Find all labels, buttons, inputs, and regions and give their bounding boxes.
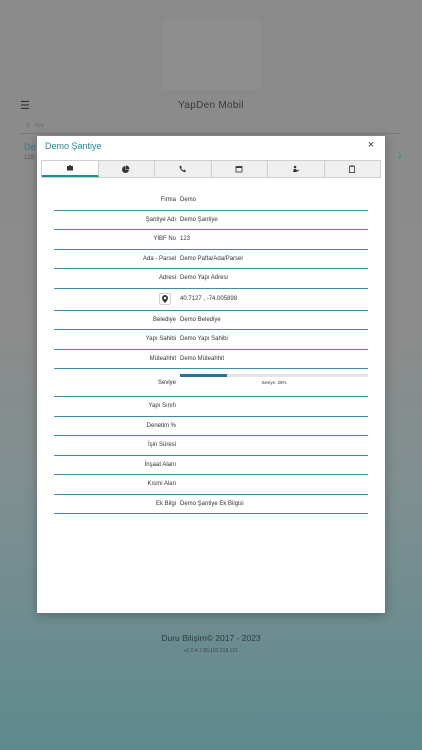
search-placeholder: Ara	[34, 123, 44, 129]
level-progress-fill	[180, 374, 227, 377]
field-location: 40.7127 , -74.005898	[54, 289, 368, 311]
calendar-icon	[235, 166, 243, 173]
field-value: Demo Yapı Adresi	[180, 275, 228, 282]
field-seviye: Seviye Seviye: 25%	[54, 369, 368, 397]
field-label: Ek Bilgi	[155, 500, 176, 507]
field-value: Demo	[180, 197, 197, 204]
app-title: YapDen Mobil	[178, 100, 244, 111]
field-label: Müteahhit	[149, 355, 176, 362]
field-value: Demo Belediye	[180, 316, 221, 323]
field-value: 123	[180, 236, 191, 243]
field-ek-bilgi: Ek Bilgi Demo Şantiye Ek Bilgisi	[54, 495, 368, 514]
field-label: Ada - Parsel	[142, 255, 176, 262]
field-yibf-no: YİBF No 123	[54, 230, 368, 250]
map-pin-button[interactable]	[159, 293, 171, 305]
field-santiye-adi: Şantiye Adı Demo Şantiye	[54, 211, 368, 230]
location-coordinates: 40.7127 , -74.005898	[180, 296, 238, 302]
briefcase-icon	[66, 165, 73, 171]
field-label: İşin Süresi	[147, 442, 176, 449]
modal-title: Demo Şantiye	[45, 141, 102, 151]
field-label: Firma	[160, 197, 176, 204]
field-label: Seviye	[157, 379, 176, 386]
field-label: Adresi	[158, 275, 176, 282]
field-denetim: Denetim %	[54, 417, 368, 436]
pie-chart-icon	[122, 165, 130, 173]
field-label: Denetim %	[146, 422, 176, 429]
field-label: Kısmi Alan	[147, 481, 176, 488]
site-card-subtitle: 12S	[24, 155, 35, 161]
field-firma: Firma Demo	[54, 191, 368, 211]
field-value: Demo Şantiye Ek Bilgisi	[180, 500, 244, 507]
field-isin-suresi: İşin Süresi	[54, 436, 368, 456]
level-progress-bar	[180, 374, 368, 377]
field-yapi-sinifi: Yapı Sınıfı	[54, 397, 368, 417]
tab-calendar[interactable]	[211, 161, 268, 177]
field-value: Demo Yapı Sahibi	[180, 336, 228, 343]
field-muteahhit: Müteahhit Demo Müteahhit	[54, 350, 368, 369]
field-adresi: Adresi Demo Yapı Adresi	[54, 269, 368, 289]
modal-tabs	[41, 160, 381, 178]
field-label: Belediye	[152, 316, 176, 323]
tab-stats[interactable]	[98, 161, 155, 177]
tab-general[interactable]	[42, 161, 99, 177]
field-belediye: Belediye Demo Belediye	[54, 311, 368, 330]
close-icon[interactable]: ×	[365, 139, 377, 151]
clipboard-icon	[349, 165, 356, 173]
field-label: Yapı Sahibi	[145, 336, 176, 343]
field-insaat-alani: İnşaat Alanı	[54, 456, 368, 475]
footer-version: v1.0.4.7.85.103.218.121	[184, 648, 238, 654]
level-progress-label: Seviye: 25%	[261, 380, 287, 385]
field-label: YİBF No	[153, 236, 176, 243]
site-info-form: Firma Demo Şantiye Adı Demo Şantiye YİBF…	[54, 191, 368, 514]
chevron-right-icon[interactable]: ›	[397, 146, 402, 162]
site-detail-modal: Demo Şantiye × Firma Demo Şantiye Adı De…	[37, 136, 385, 613]
field-value: Demo Müteahhit	[180, 355, 225, 362]
field-label: Şantiye Adı	[145, 216, 176, 223]
field-ada-parsel: Ada - Parsel Demo Pafta/Ada/Parsel	[54, 250, 368, 269]
phone-icon	[179, 165, 186, 172]
footer-copyright: Duru Bilişim© 2017 - 2023	[161, 633, 261, 643]
app-logo	[162, 20, 262, 90]
worker-icon	[292, 165, 299, 172]
field-value: Demo Pafta/Ada/Parsel	[180, 255, 243, 262]
field-kismi-alan: Kısmi Alan	[54, 475, 368, 495]
field-yapi-sahibi: Yapı Sahibi Demo Yapı Sahibi	[54, 330, 368, 350]
map-pin-icon	[162, 295, 168, 303]
tab-reports[interactable]	[324, 161, 380, 177]
field-label: İnşaat Alanı	[144, 461, 176, 468]
search-icon: ⚲	[26, 123, 31, 129]
site-card-title[interactable]: De	[24, 142, 36, 152]
search-input[interactable]: ⚲ Ara	[20, 122, 400, 134]
field-value: Demo Şantiye	[180, 216, 218, 223]
field-label: Yapı Sınıfı	[148, 403, 176, 410]
tab-contacts[interactable]	[155, 161, 212, 177]
tab-workers[interactable]	[268, 161, 325, 177]
